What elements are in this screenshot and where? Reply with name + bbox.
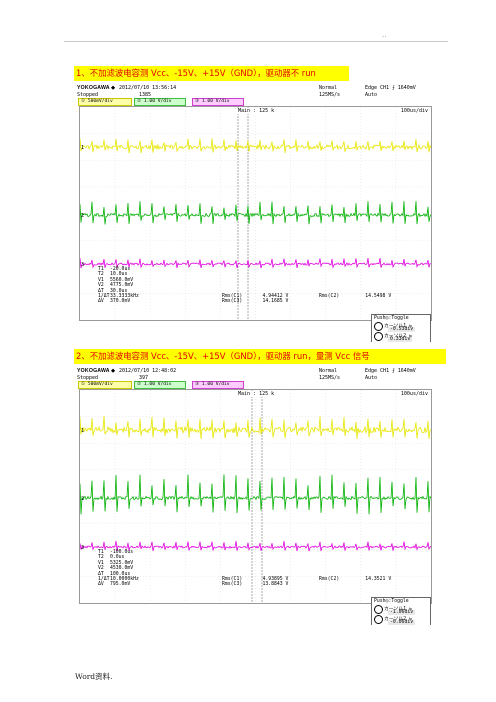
header-rule xyxy=(64,41,448,42)
waveform-grid: Main : 125 k 100us/div 1 2 3 T1 -20.0us T… xyxy=(79,106,432,321)
meas-value: 10.0us xyxy=(110,272,128,278)
meas-key: ΔV xyxy=(98,582,104,588)
ch1-marker: 1 xyxy=(81,145,85,151)
trigger-setting: Edge CH1 ⨍ 1640mV xyxy=(365,85,416,91)
knob-icon[interactable] xyxy=(374,615,383,624)
trigger-setting: Edge CH1 ⨍ 1640mV xyxy=(365,368,416,374)
ch1-scale-value: 500mV/div xyxy=(87,382,113,387)
timestamp: 2012/07/10 13:56:14 xyxy=(119,85,177,91)
rms-key: Rms(C3) xyxy=(222,582,243,587)
ch2-scale: ② 1.00 V/div xyxy=(134,98,186,106)
main-record: Main : 125 k xyxy=(237,391,276,397)
meas-value: 30.0us xyxy=(110,288,128,294)
rms-value: 14.5498 V xyxy=(365,294,392,299)
ch2-marker: 2 xyxy=(81,496,85,502)
push-toggle[interactable]: Push◎:Toggle xyxy=(374,599,409,604)
meas-value: 795.0mV xyxy=(110,582,131,588)
scope-status-bar: YOKOGAWA ◆ Stopped 2012/07/10 12:48:02 3… xyxy=(75,367,432,381)
meas-key: ΔV xyxy=(98,299,104,305)
ch2-scale-value: 1.00 V/div xyxy=(143,99,172,104)
trigger-mode: Normal xyxy=(319,85,338,91)
rms-key: Rms(C2) xyxy=(319,577,340,582)
brand-logo: YOKOGAWA ◆ xyxy=(77,368,116,374)
waveform-grid: Main : 125 k 100us/div 1 2 3 T1 -100.0us … xyxy=(79,389,432,604)
push-toggle[interactable]: Push◎:Toggle xyxy=(374,316,409,321)
ch3-scale-value: 1.00 V/div xyxy=(201,382,230,387)
rms-c3: Rms(C3) 13.8843 V xyxy=(222,582,288,587)
oscilloscope-screenshot-2: YOKOGAWA ◆ Stopped 2012/07/10 12:48:02 3… xyxy=(75,367,432,625)
meas-value: 370.0mV xyxy=(110,299,131,305)
cursor2-value: 0.33div xyxy=(388,337,413,342)
caption-1: 1、不加滤波电容测 Vcc、-15V、+15V（GND），驱动器不 run xyxy=(74,66,349,81)
cursor-panel: Push◎:Toggle カーソル1 ⇆ -0.53div カーソル2 ⇆ 0.… xyxy=(371,314,431,342)
ch1-scale: ① 500mV/div xyxy=(78,98,132,106)
brand-logo: YOKOGAWA ◆ xyxy=(77,85,116,91)
rms-c2: Rms(C2) 14.3521 V xyxy=(319,577,391,582)
channel-bar: ① 500mV/div ② 1.00 V/div ③ 1.00 V/div xyxy=(75,381,432,389)
meas-value: 100.0us xyxy=(110,571,131,577)
ch2-scale-value: 1.00 V/div xyxy=(143,382,172,387)
trigger-mode: Normal xyxy=(319,368,338,374)
rms-value: 14.3521 V xyxy=(365,577,392,582)
timestamp: 2012/07/10 12:48:02 xyxy=(119,368,177,374)
meas-value: 4775.0mV xyxy=(110,283,134,289)
ch3-scale: ③ 1.00 V/div xyxy=(192,98,244,106)
ch1-scale: ① 500mV/div xyxy=(78,381,132,389)
ch2-scale: ② 1.00 V/div xyxy=(134,381,186,389)
rms-value: 13.8843 V xyxy=(262,582,289,587)
cursor-panel: Push◎:Toggle カーソル1 ⇆ -1.06div カーソル2 ⇆ -0… xyxy=(371,597,431,625)
cursor-measurements: T1 -20.0us T2 10.0us V1 5560.0mV V2 4775.0mV… xyxy=(98,267,139,305)
header-mark: .. xyxy=(382,31,387,39)
cursor2-value: -0.06div xyxy=(388,620,416,625)
knob-icon[interactable] xyxy=(374,332,383,341)
ch2-marker: 2 xyxy=(81,213,85,219)
ch3-marker: 3 xyxy=(81,545,85,551)
channel-bar: ① 500mV/div ② 1.00 V/div ③ 1.00 V/div xyxy=(75,98,432,106)
ch3-scale-value: 1.00 V/div xyxy=(201,99,230,104)
oscilloscope-screenshot-1: YOKOGAWA ◆ Stopped 2012/07/10 13:56:14 1… xyxy=(75,84,432,342)
meas-value: 4530.0mV xyxy=(110,566,134,572)
meas-value: 0.0us xyxy=(110,555,125,561)
caption-2: 2、不加滤波电容测 Vcc、-15V、+15V（GND），驱动器 run，量测 … xyxy=(74,349,446,364)
scope-status-bar: YOKOGAWA ◆ Stopped 2012/07/10 13:56:14 1… xyxy=(75,84,432,98)
rms-c3: Rms(C3) 14.1685 V xyxy=(222,299,288,304)
rms-key: Rms(C3) xyxy=(222,299,243,304)
rms-key: Rms(C2) xyxy=(319,294,340,299)
ch3-scale: ③ 1.00 V/div xyxy=(192,381,244,389)
time-per-div: 100us/div xyxy=(400,108,428,114)
ch1-scale-value: 500mV/div xyxy=(87,99,113,104)
rms-value: 14.1685 V xyxy=(262,299,289,304)
ch3-marker: 3 xyxy=(81,262,85,268)
knob-icon[interactable] xyxy=(374,605,383,614)
ch1-marker: 1 xyxy=(81,428,85,434)
rms-c2: Rms(C2) 14.5498 V xyxy=(319,294,391,299)
knob-icon[interactable] xyxy=(374,322,383,331)
cursor-measurements: T1 -100.0us T2 0.0us V1 5325.0mV V2 4530.0mV… xyxy=(98,550,139,588)
time-per-div: 100us/div xyxy=(400,391,428,397)
main-record: Main : 125 k xyxy=(237,108,276,114)
footer: Word资料. xyxy=(75,672,113,681)
